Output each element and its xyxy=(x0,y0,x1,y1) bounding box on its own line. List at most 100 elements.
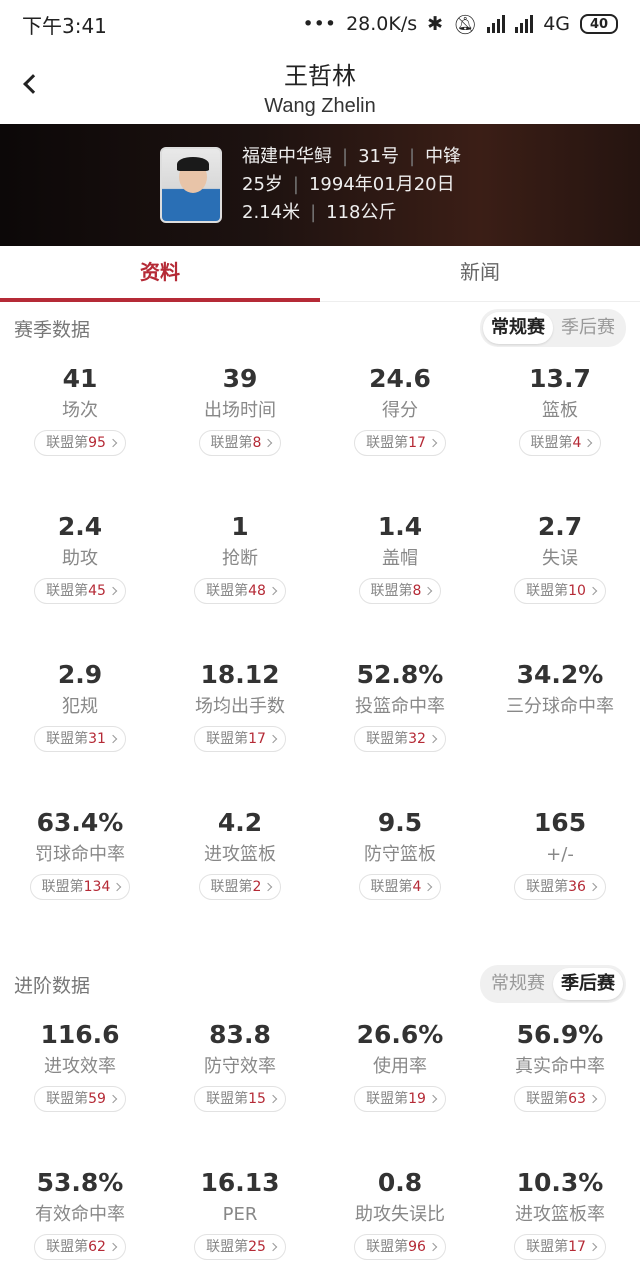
season-stats-grid: 41 场次 联盟第95 39 出场时间 联盟第8 24.6 得分 联盟第17 13.7 篮板 联盟第4… xyxy=(0,350,640,942)
advanced-stats-title: 进阶数据 xyxy=(14,974,91,997)
tab-news[interactable]: 新闻 xyxy=(320,246,640,301)
league-rank-pill[interactable]: 联盟第32 xyxy=(354,726,446,752)
league-rank-pill[interactable]: 联盟第96 xyxy=(354,1234,446,1260)
advanced-stats-header: 进阶数据 常规赛 季后赛 xyxy=(0,964,640,1004)
rank-number: 19 xyxy=(408,1091,426,1107)
league-rank-pill[interactable]: 联盟第63 xyxy=(514,1086,606,1112)
league-rank-pill[interactable]: 联盟第15 xyxy=(194,1086,286,1112)
stat-label: 防守篮板 xyxy=(364,844,436,865)
network-speed: 28.0K/s xyxy=(346,13,418,35)
back-button[interactable] xyxy=(14,66,46,102)
stat-value: 2.4 xyxy=(57,512,103,541)
stat-cell: 18.12 场均出手数 联盟第17 xyxy=(160,646,320,794)
toggle-playoffs[interactable]: 季后赛 xyxy=(553,312,623,344)
signal-icon-2 xyxy=(515,15,534,33)
stat-cell: 24.6 得分 联盟第17 xyxy=(320,350,480,498)
league-rank-pill[interactable]: 联盟第25 xyxy=(194,1234,286,1260)
stat-cell: 53.8% 有效命中率 联盟第62 xyxy=(0,1154,160,1280)
stat-cell: 83.8 防守效率 联盟第15 xyxy=(160,1006,320,1154)
team-name: 福建中华鲟 xyxy=(242,146,332,167)
stat-cell: 2.7 失误 联盟第10 xyxy=(480,498,640,646)
rank-prefix: 联盟第 xyxy=(526,1091,569,1107)
stat-label: 投篮命中率 xyxy=(355,696,445,717)
rank-prefix: 联盟第 xyxy=(530,435,573,451)
stat-label: 三分球命中率 xyxy=(506,696,614,717)
stat-label: PER xyxy=(222,1204,258,1225)
league-rank-pill[interactable]: 联盟第10 xyxy=(514,578,606,604)
advanced-stats-grid: 116.6 进攻效率 联盟第59 83.8 防守效率 联盟第15 26.6% 使用率 联盟第19… xyxy=(0,1006,640,1280)
stats-row: 53.8% 有效命中率 联盟第62 16.13 PER 联盟第25 0.8 助攻失误比 联盟第9… xyxy=(0,1154,640,1280)
season-type-toggle: 常规赛 季后赛 xyxy=(480,309,626,347)
rank-prefix: 联盟第 xyxy=(210,435,253,451)
stat-cell: 116.6 进攻效率 联盟第59 xyxy=(0,1006,160,1154)
season-stats-header: 赛季数据 常规赛 季后赛 xyxy=(0,308,640,348)
stat-value: 2.7 xyxy=(537,512,583,541)
chevron-right-icon xyxy=(424,586,433,596)
stat-label: 真实命中率 xyxy=(515,1056,605,1077)
league-rank-pill[interactable]: 联盟第8 xyxy=(198,430,282,456)
league-rank-pill[interactable]: 联盟第62 xyxy=(34,1234,126,1260)
rank-prefix: 联盟第 xyxy=(206,1091,249,1107)
toggle-regular-season[interactable]: 常规赛 xyxy=(483,312,553,344)
rank-prefix: 联盟第 xyxy=(366,1239,409,1255)
rank-number: 32 xyxy=(408,731,426,747)
player-info: 福建中华鲟 | 31号 | 中锋 25岁 | 1994年01月20日 2.14米 | 118公斤 xyxy=(242,143,461,227)
league-rank-pill[interactable]: 联盟第36 xyxy=(514,874,606,900)
chevron-right-icon xyxy=(424,882,433,892)
stat-label: 出场时间 xyxy=(204,400,276,421)
toggle-regular-season[interactable]: 常规赛 xyxy=(483,968,553,1000)
tab-bar: 资料 新闻 xyxy=(0,246,640,302)
rank-number: 59 xyxy=(88,1091,106,1107)
age: 25岁 xyxy=(242,174,283,195)
stat-cell: 1.4 盖帽 联盟第8 xyxy=(320,498,480,646)
league-rank-pill[interactable]: 联盟第4 xyxy=(358,874,442,900)
rank-prefix: 联盟第 xyxy=(46,583,89,599)
toggle-playoffs[interactable]: 季后赛 xyxy=(553,968,623,1000)
stat-value: 1 xyxy=(231,512,249,541)
chevron-right-icon xyxy=(584,438,593,448)
player-name-cn: 王哲林 xyxy=(284,62,356,90)
chevron-left-icon xyxy=(23,74,43,94)
rank-number: 17 xyxy=(568,1239,586,1255)
league-rank-pill[interactable]: 联盟第45 xyxy=(34,578,126,604)
rank-number: 10 xyxy=(568,583,586,599)
stat-value: 53.8% xyxy=(36,1168,124,1197)
rank-prefix: 联盟第 xyxy=(366,731,409,747)
stats-row: 2.4 助攻 联盟第45 1 抢断 联盟第48 1.4 盖帽 联盟第8 2.7 失误 联盟第10 xyxy=(0,498,640,646)
league-rank-pill[interactable]: 联盟第8 xyxy=(358,578,442,604)
rank-number: 8 xyxy=(252,435,262,451)
stat-value: 18.12 xyxy=(200,660,280,689)
chevron-right-icon xyxy=(113,882,122,892)
nav-header: 王哲林 Wang Zhelin xyxy=(0,48,640,124)
chevron-right-icon xyxy=(264,438,273,448)
rank-number: 62 xyxy=(88,1239,106,1255)
league-rank-pill[interactable]: 联盟第17 xyxy=(514,1234,606,1260)
league-rank-pill[interactable]: 联盟第48 xyxy=(194,578,286,604)
stat-cell: 16.13 PER 联盟第25 xyxy=(160,1154,320,1280)
stat-label: 盖帽 xyxy=(382,548,418,569)
league-rank-pill[interactable]: 联盟第17 xyxy=(194,726,286,752)
stat-label: 篮板 xyxy=(542,400,578,421)
league-rank-pill[interactable]: 联盟第134 xyxy=(29,874,131,900)
chevron-right-icon xyxy=(268,734,278,744)
stat-cell: 26.6% 使用率 联盟第19 xyxy=(320,1006,480,1154)
player-profile-banner: 福建中华鲟 | 31号 | 中锋 25岁 | 1994年01月20日 2.14米 | 118公斤 xyxy=(0,124,640,246)
rank-prefix: 联盟第 xyxy=(46,435,89,451)
signal-icon xyxy=(487,15,506,33)
chevron-right-icon xyxy=(588,1094,598,1104)
rank-prefix: 联盟第 xyxy=(366,1091,409,1107)
league-rank-pill[interactable]: 联盟第4 xyxy=(518,430,602,456)
league-rank-pill[interactable]: 联盟第17 xyxy=(354,430,446,456)
league-rank-pill[interactable]: 联盟第31 xyxy=(34,726,126,752)
stat-label: 得分 xyxy=(382,400,418,421)
league-rank-pill[interactable]: 联盟第59 xyxy=(34,1086,126,1112)
chevron-right-icon xyxy=(268,1094,278,1104)
stat-cell: 0.8 助攻失误比 联盟第96 xyxy=(320,1154,480,1280)
rank-prefix: 联盟第 xyxy=(46,1239,89,1255)
league-rank-pill[interactable]: 联盟第95 xyxy=(34,430,126,456)
stats-row: 116.6 进攻效率 联盟第59 83.8 防守效率 联盟第15 26.6% 使用率 联盟第19… xyxy=(0,1006,640,1154)
rank-prefix: 联盟第 xyxy=(526,583,569,599)
tab-profile[interactable]: 资料 xyxy=(0,246,320,302)
league-rank-pill[interactable]: 联盟第19 xyxy=(354,1086,446,1112)
league-rank-pill[interactable]: 联盟第2 xyxy=(198,874,282,900)
